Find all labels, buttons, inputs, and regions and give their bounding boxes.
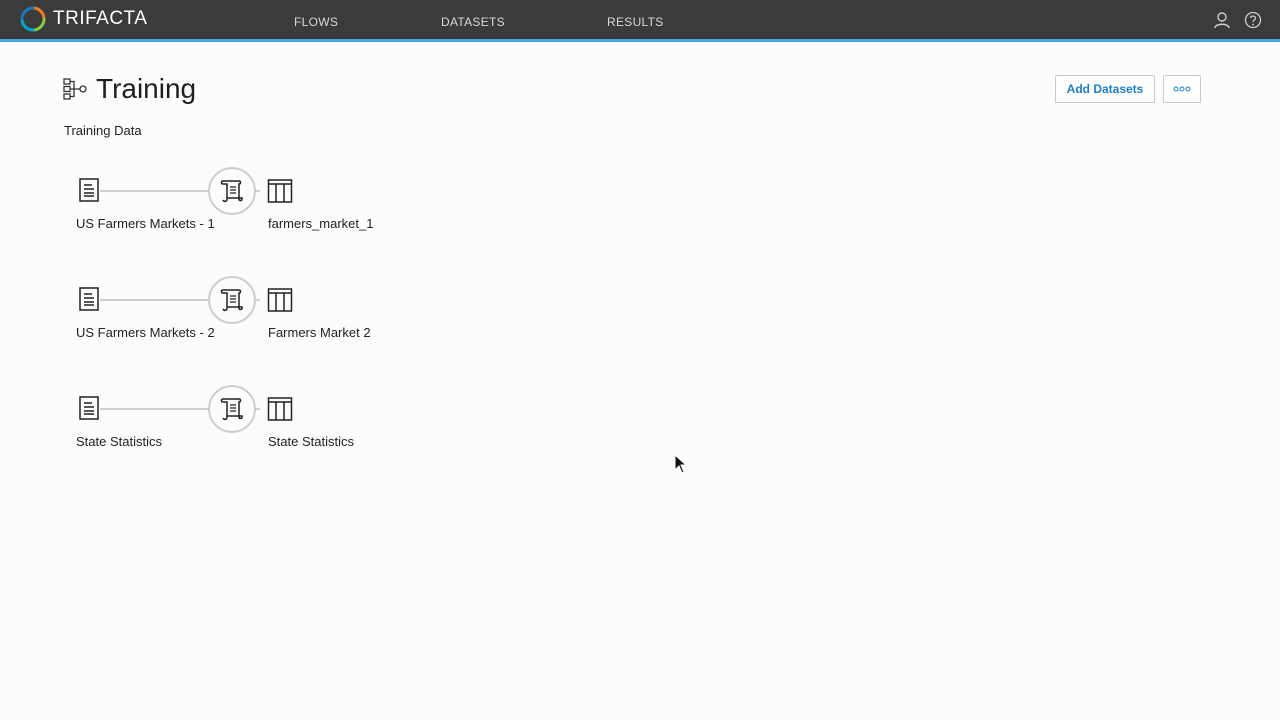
recipe-node[interactable] (208, 385, 256, 433)
logo-text: TRIFACTA (53, 8, 148, 29)
recipe-icon (220, 398, 243, 421)
output-dataset-label[interactable]: farmers_market_1 (268, 216, 373, 231)
recipe-icon (220, 289, 243, 312)
add-datasets-button[interactable]: Add Datasets (1055, 75, 1155, 103)
nav-results[interactable]: RESULTS (607, 15, 664, 29)
source-dataset-label[interactable]: US Farmers Markets - 1 (76, 216, 215, 231)
source-dataset-label[interactable]: State Statistics (76, 434, 162, 449)
imported-dataset-icon[interactable] (78, 178, 100, 202)
flow-row: US Farmers Markets - 2 Farmers Market 2 (0, 276, 420, 359)
output-table-icon[interactable] (267, 396, 293, 422)
flow-description: Training Data (64, 123, 142, 138)
source-dataset-label[interactable]: US Farmers Markets - 2 (76, 325, 215, 340)
trifacta-logo-icon (20, 6, 46, 32)
help-icon[interactable] (1244, 11, 1262, 29)
output-table-icon[interactable] (267, 178, 293, 204)
nav-flows[interactable]: FLOWS (294, 15, 338, 29)
recipe-icon (220, 180, 243, 203)
recipe-node[interactable] (208, 276, 256, 324)
flow-row: State Statistics State Statistics (0, 385, 420, 468)
output-dataset-label[interactable]: Farmers Market 2 (268, 325, 371, 340)
nav-datasets[interactable]: DATASETS (441, 15, 505, 29)
recipe-node[interactable] (208, 167, 256, 215)
flow-row: US Farmers Markets - 1 farmers_market_1 (0, 167, 420, 250)
more-options-icon (1173, 86, 1191, 92)
user-icon[interactable] (1213, 11, 1231, 29)
imported-dataset-icon[interactable] (78, 287, 100, 311)
trifacta-logo[interactable]: TRIFACTA (19, 5, 147, 33)
output-dataset-label[interactable]: State Statistics (268, 434, 354, 449)
top-navigation-bar: TRIFACTA FLOWS DATASETS RESULTS (0, 0, 1280, 42)
mouse-cursor-icon (674, 454, 688, 474)
output-table-icon[interactable] (267, 287, 293, 313)
page-title: Training (96, 73, 197, 104)
imported-dataset-icon[interactable] (78, 396, 100, 420)
more-options-button[interactable] (1163, 75, 1201, 103)
flow-icon (63, 78, 87, 100)
